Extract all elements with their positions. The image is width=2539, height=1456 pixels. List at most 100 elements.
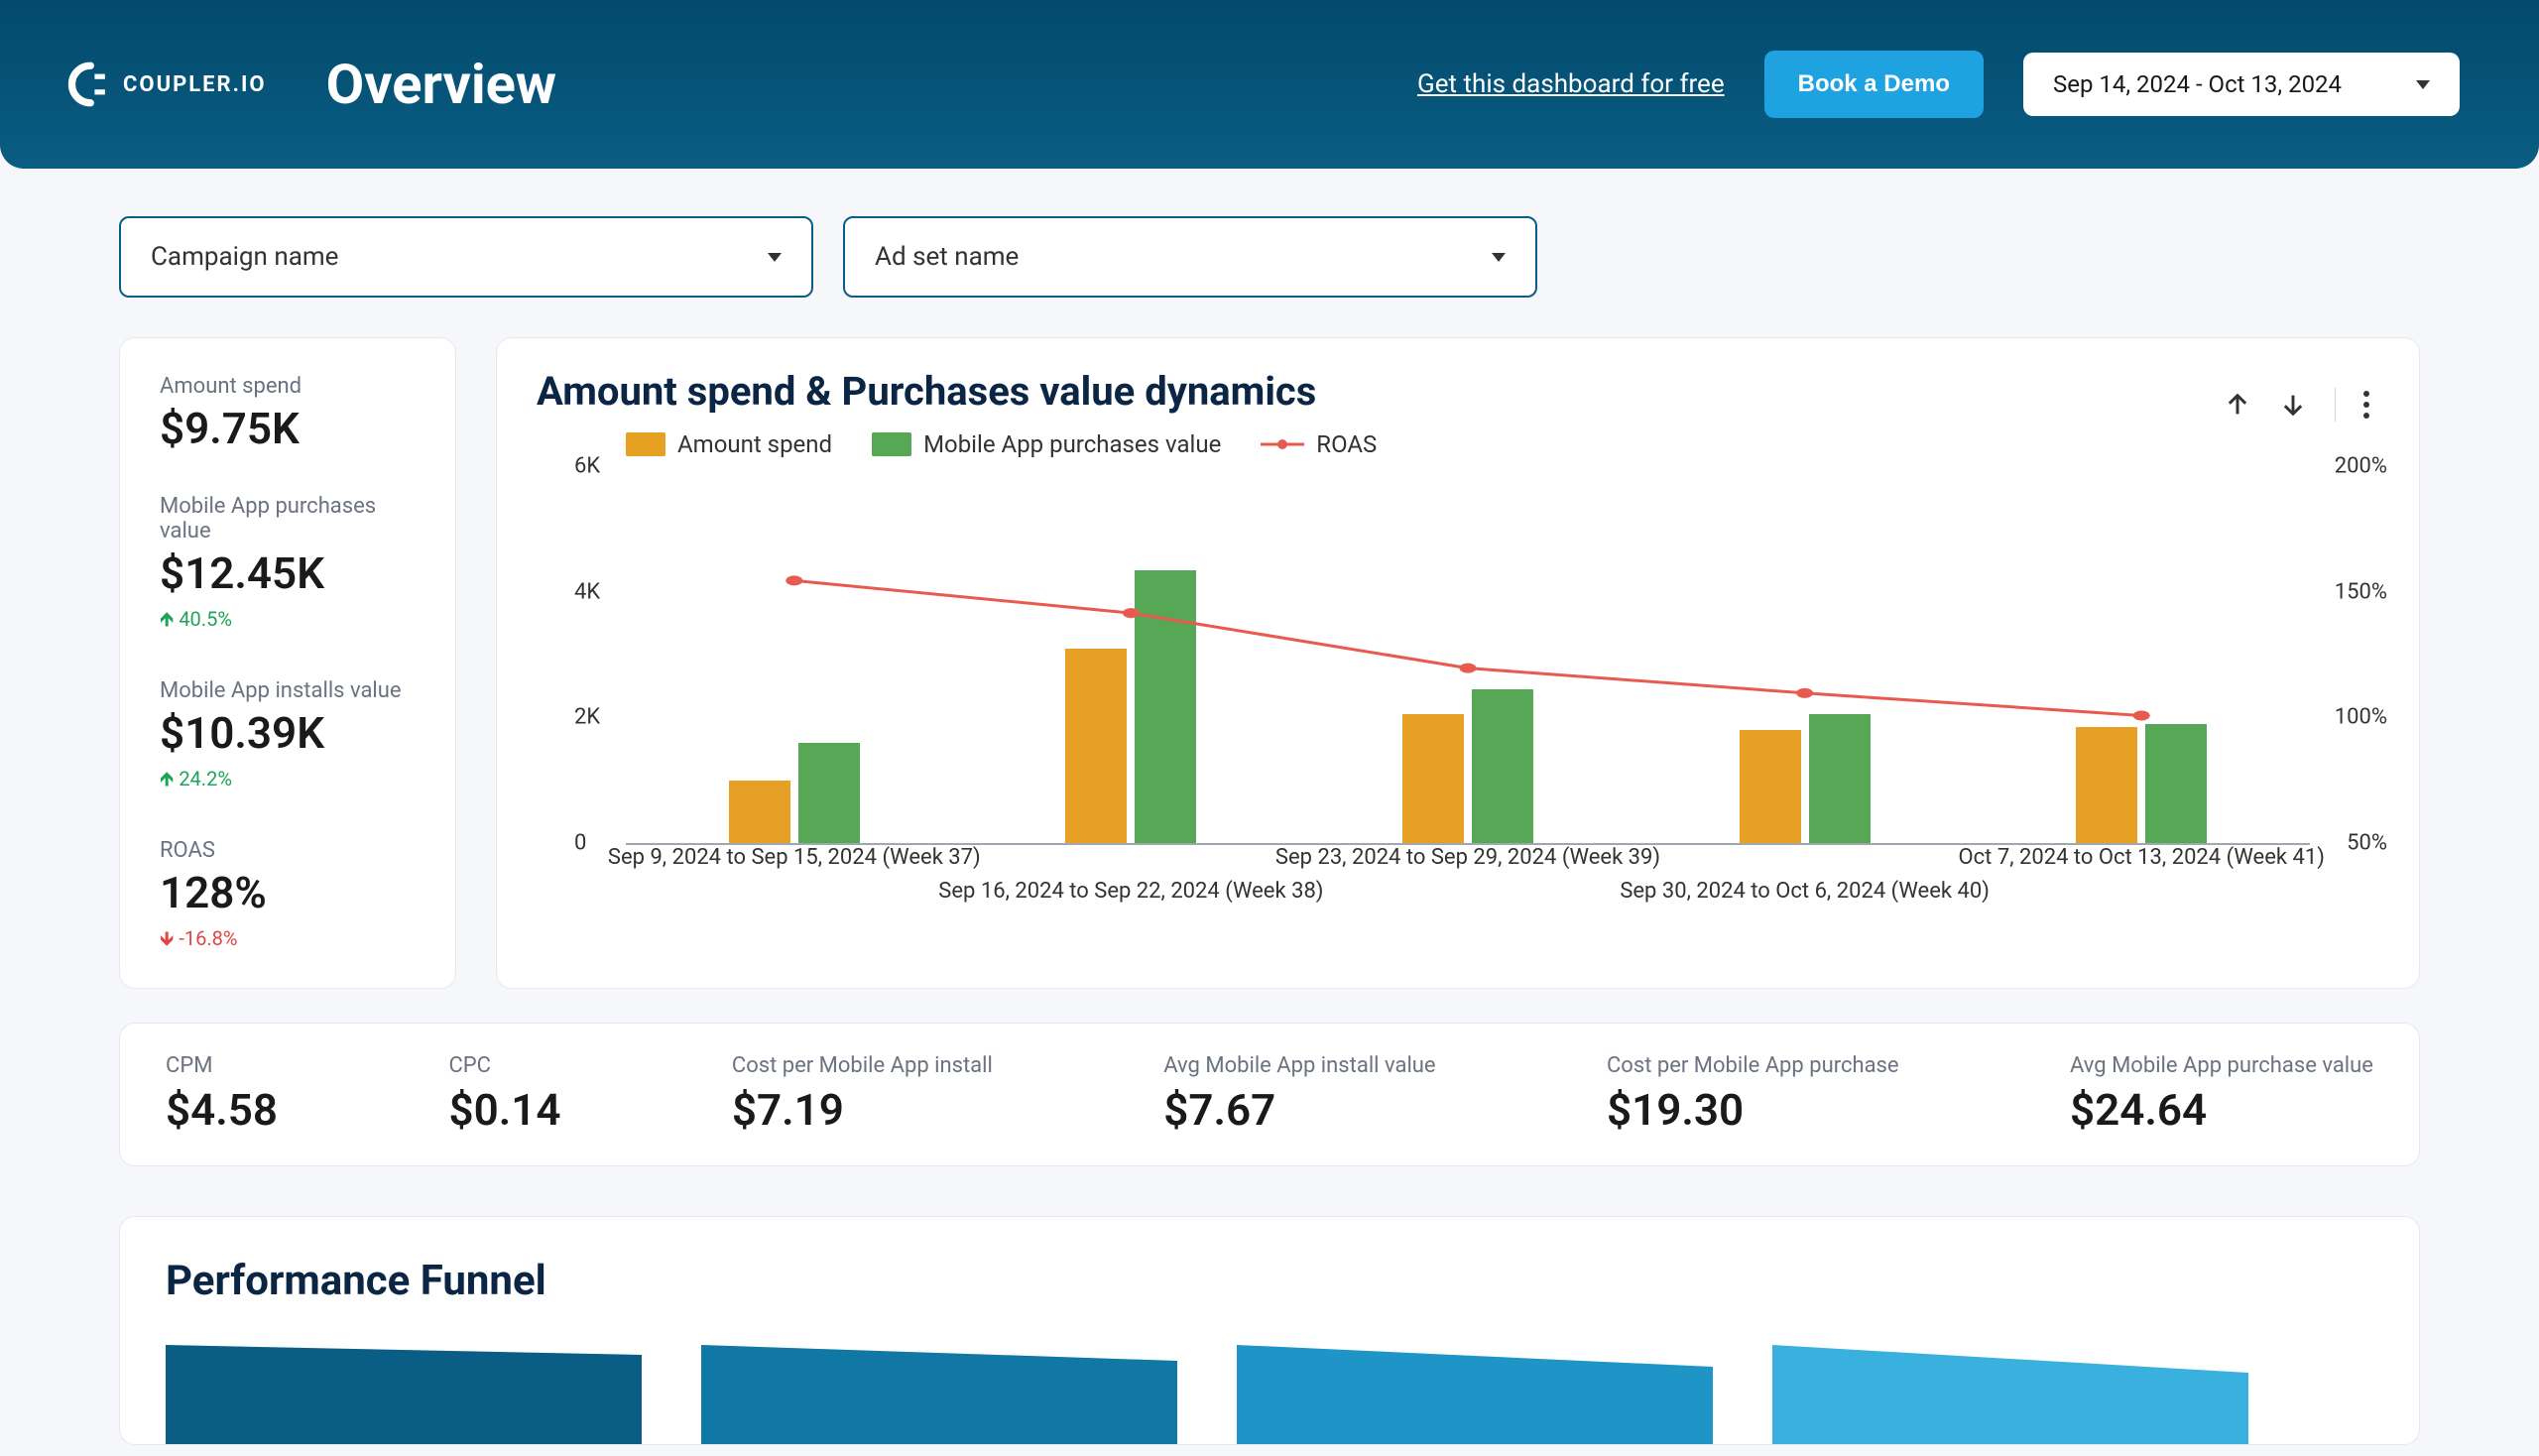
filter-row: Campaign name Ad set name xyxy=(0,169,2539,337)
bar-group xyxy=(1299,468,1636,843)
spend-purchases-chart-card: Amount spend & Purchases value dynamics … xyxy=(496,337,2420,989)
kpi-block: Mobile App installs value $10.39K🡹 24.2% xyxy=(160,678,416,798)
funnel-segment xyxy=(1772,1345,2248,1444)
stat-label: Cost per Mobile App install xyxy=(732,1053,993,1078)
arrow-down-icon[interactable] xyxy=(2279,391,2307,419)
stat-cell: Cost per Mobile App install $7.19 xyxy=(732,1053,993,1136)
x-axis-label: Oct 7, 2024 to Oct 13, 2024 (Week 41) xyxy=(1959,845,2325,870)
kpi-value: $9.75K xyxy=(160,403,416,454)
stat-value: $24.64 xyxy=(2070,1084,2373,1136)
stat-value: $7.67 xyxy=(1163,1084,1435,1136)
bar-amount-spend xyxy=(1402,714,1464,843)
y-axis-tick-right: 200% xyxy=(2335,454,2387,479)
performance-funnel-card: Performance Funnel xyxy=(119,1216,2420,1445)
y-axis-tick-right: 50% xyxy=(2347,831,2387,856)
stat-value: $7.19 xyxy=(732,1084,993,1136)
x-axis-label: Sep 9, 2024 to Sep 15, 2024 (Week 37) xyxy=(608,845,981,870)
legend-amount-spend: Amount spend xyxy=(626,430,832,458)
app-header: COUPLER.IO Overview Get this dashboard f… xyxy=(0,0,2539,169)
book-demo-button[interactable]: Book a Demo xyxy=(1764,51,1984,118)
date-range-text: Sep 14, 2024 - Oct 13, 2024 xyxy=(2053,70,2342,98)
bar-group xyxy=(963,468,1300,843)
y-axis-tick-left: 4K xyxy=(574,579,600,604)
adset-select-label: Ad set name xyxy=(875,242,1019,272)
stat-label: Avg Mobile App install value xyxy=(1163,1053,1435,1078)
stat-label: CPC xyxy=(448,1053,560,1078)
kpi-value: $12.45K xyxy=(160,547,416,599)
legend-roas: ROAS xyxy=(1261,430,1377,458)
stat-label: Cost per Mobile App purchase xyxy=(1607,1053,1899,1078)
stat-cell: CPM $4.58 xyxy=(166,1053,278,1136)
stat-value: $19.30 xyxy=(1607,1084,1899,1136)
y-axis-tick-right: 150% xyxy=(2335,579,2387,604)
kpi-delta: 🡹 40.5% xyxy=(160,605,416,639)
bar-purchases-value xyxy=(2145,724,2207,843)
stat-cell: Cost per Mobile App purchase $19.30 xyxy=(1607,1053,1899,1136)
x-axis-label: Sep 16, 2024 to Sep 22, 2024 (Week 38) xyxy=(938,879,1323,904)
kpi-value: $10.39K xyxy=(160,707,416,759)
kpi-label: Mobile App purchases value xyxy=(160,494,416,544)
legend-purchases-value: Mobile App purchases value xyxy=(872,430,1221,458)
funnel-title: Performance Funnel xyxy=(166,1257,2373,1305)
chevron-down-icon xyxy=(1492,253,1506,262)
funnel-chart xyxy=(166,1345,2373,1444)
bar-purchases-value xyxy=(798,743,860,843)
stat-label: Avg Mobile App purchase value xyxy=(2070,1053,2373,1078)
kpi-delta: 🡹 24.2% xyxy=(160,765,416,798)
legend-label: Mobile App purchases value xyxy=(923,430,1221,458)
stat-value: $4.58 xyxy=(166,1084,278,1136)
y-axis-tick-left: 6K xyxy=(574,454,600,479)
chart-legend: Amount spend Mobile App purchases value … xyxy=(626,430,2379,458)
bar-amount-spend xyxy=(2076,727,2137,843)
more-menu-icon[interactable] xyxy=(2363,391,2369,419)
stat-value: $0.14 xyxy=(448,1084,560,1136)
cost-metrics-card: CPM $4.58 CPC $0.14 Cost per Mobile App in… xyxy=(119,1023,2420,1166)
chart-title: Amount spend & Purchases value dynamics xyxy=(537,368,2379,415)
bar-purchases-value xyxy=(1472,689,1533,843)
kpi-label: Amount spend xyxy=(160,374,416,399)
date-range-picker[interactable]: Sep 14, 2024 - Oct 13, 2024 xyxy=(2023,53,2460,116)
bar-group xyxy=(626,468,963,843)
y-axis-tick-left: 0 xyxy=(574,831,586,856)
kpi-value: 128% xyxy=(160,867,416,918)
brand-logo: COUPLER.IO xyxy=(60,60,267,109)
stat-cell: CPC $0.14 xyxy=(448,1053,560,1136)
kpi-block: ROAS 128% 🡻 -16.8% xyxy=(160,838,416,958)
legend-label: ROAS xyxy=(1316,430,1377,458)
divider xyxy=(2335,388,2336,422)
stat-cell: Avg Mobile App install value $7.67 xyxy=(1163,1053,1435,1136)
campaign-select-label: Campaign name xyxy=(151,242,338,272)
coupler-logo-icon xyxy=(60,60,109,109)
funnel-segment xyxy=(701,1345,1177,1444)
legend-line-icon xyxy=(1261,436,1304,452)
adset-select[interactable]: Ad set name xyxy=(843,216,1537,298)
bar-purchases-value xyxy=(1809,714,1871,843)
page-title: Overview xyxy=(326,52,556,117)
campaign-select[interactable]: Campaign name xyxy=(119,216,813,298)
kpi-delta: 🡻 -16.8% xyxy=(160,924,416,958)
kpi-block: Mobile App purchases value $12.45K 🡹 40.5… xyxy=(160,494,416,639)
get-dashboard-link[interactable]: Get this dashboard for free xyxy=(1417,69,1725,99)
chevron-down-icon xyxy=(2416,80,2430,89)
kpi-sidebar: Amount spend $9.75K Mobile App purchases … xyxy=(119,337,456,989)
kpi-block: Amount spend $9.75K xyxy=(160,374,416,454)
funnel-segment xyxy=(166,1345,642,1444)
bar-amount-spend xyxy=(1065,649,1127,843)
stat-cell: Avg Mobile App purchase value $24.64 xyxy=(2070,1053,2373,1136)
legend-label: Amount spend xyxy=(677,430,832,458)
legend-swatch xyxy=(872,432,911,456)
chevron-down-icon xyxy=(768,253,782,262)
bar-amount-spend xyxy=(1740,730,1801,843)
x-axis-label: Sep 30, 2024 to Oct 6, 2024 (Week 40) xyxy=(1620,879,1990,904)
kpi-label: ROAS xyxy=(160,838,416,863)
bar-group xyxy=(1636,468,1974,843)
stat-label: CPM xyxy=(166,1053,278,1078)
chart-body: 02K4K6K50%100%150%200% Sep 9, 2024 to Se… xyxy=(586,468,2379,914)
brand-text: COUPLER.IO xyxy=(123,72,267,97)
bar-purchases-value xyxy=(1135,570,1196,844)
funnel-segment xyxy=(1237,1345,1713,1444)
bar-amount-spend xyxy=(729,781,790,843)
legend-swatch xyxy=(626,432,665,456)
arrow-up-icon[interactable] xyxy=(2224,391,2251,419)
y-axis-tick-right: 100% xyxy=(2335,705,2387,730)
